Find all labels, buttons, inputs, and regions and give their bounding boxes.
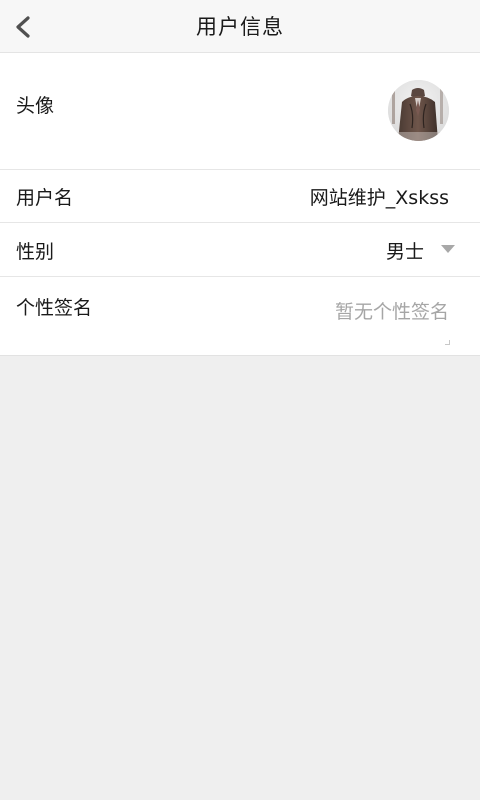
top-bar: 用户信息 (0, 0, 480, 53)
profile-card: 头像 用户名 网站维护_Xskss 性别 男士 个性签名 暂无个性签名 (0, 53, 480, 356)
gender-row[interactable]: 性别 男士 (0, 223, 480, 277)
avatar[interactable] (388, 80, 449, 141)
avatar-label: 头像 (16, 95, 55, 117)
signature-row: 个性签名 (0, 277, 480, 356)
avatar-image (388, 80, 449, 141)
caret-down-icon[interactable] (441, 245, 455, 253)
username-value: 网站维护_Xskss (309, 187, 449, 209)
gender-select-value[interactable]: 男士 (386, 237, 424, 264)
username-label: 用户名 (16, 187, 74, 209)
signature-label: 个性签名 (16, 297, 93, 319)
signature-input[interactable] (216, 293, 456, 347)
username-row: 用户名 网站维护_Xskss (0, 170, 480, 223)
gender-label: 性别 (16, 241, 55, 263)
textarea-resize-handle[interactable] (445, 340, 450, 345)
page-title: 用户信息 (196, 15, 284, 39)
avatar-row[interactable]: 头像 (0, 53, 480, 170)
